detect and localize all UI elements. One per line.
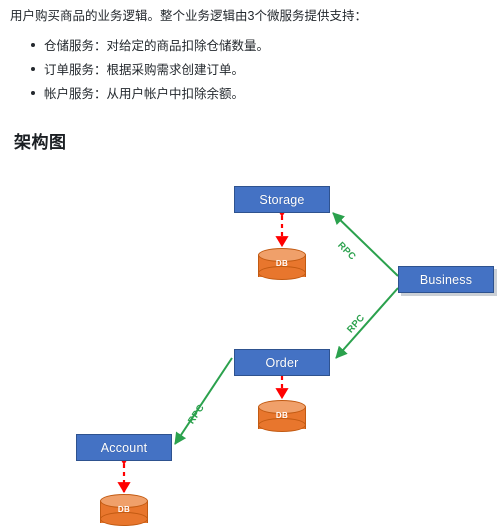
node-label: Storage (259, 192, 305, 207)
section-heading: 架构图 (14, 133, 67, 152)
node-label: Account (100, 440, 148, 455)
db-label: DB (275, 259, 289, 268)
db-label: DB (117, 505, 131, 514)
architecture-diagram: Storage Business Order Account DB DB DB … (0, 168, 502, 528)
document-body: 用户购买商品的业务逻辑。整个业务逻辑由3个微服务提供支持： 仓储服务：对给定的商… (0, 0, 502, 106)
node-business[interactable]: Business (398, 266, 494, 293)
node-account-db[interactable]: DB (100, 494, 148, 528)
intro-paragraph: 用户购买商品的业务逻辑。整个业务逻辑由3个微服务提供支持： (10, 9, 367, 23)
node-storage-db[interactable]: DB (258, 248, 306, 282)
list-item: 订单服务：根据采购需求创建订单。 (31, 58, 502, 82)
node-order[interactable]: Order (234, 349, 330, 376)
cylinder-bottom (258, 266, 306, 280)
list-item: 帐户服务：从用户帐户中扣除余额。 (31, 82, 502, 106)
node-storage[interactable]: Storage (234, 186, 330, 213)
edge-business-order (335, 287, 399, 359)
node-label: Order (265, 355, 299, 370)
diagram-connectors (117, 206, 399, 494)
node-label: Business (419, 272, 473, 287)
db-label: DB (275, 411, 289, 420)
edge-order-account (174, 357, 233, 445)
node-account[interactable]: Account (76, 434, 172, 461)
cylinder-bottom (100, 512, 148, 526)
service-list: 仓储服务：对给定的商品扣除仓储数量。 订单服务：根据采购需求创建订单。 帐户服务… (0, 34, 502, 106)
cylinder-bottom (258, 418, 306, 432)
list-item: 仓储服务：对给定的商品扣除仓储数量。 (31, 34, 502, 58)
node-order-db[interactable]: DB (258, 400, 306, 434)
